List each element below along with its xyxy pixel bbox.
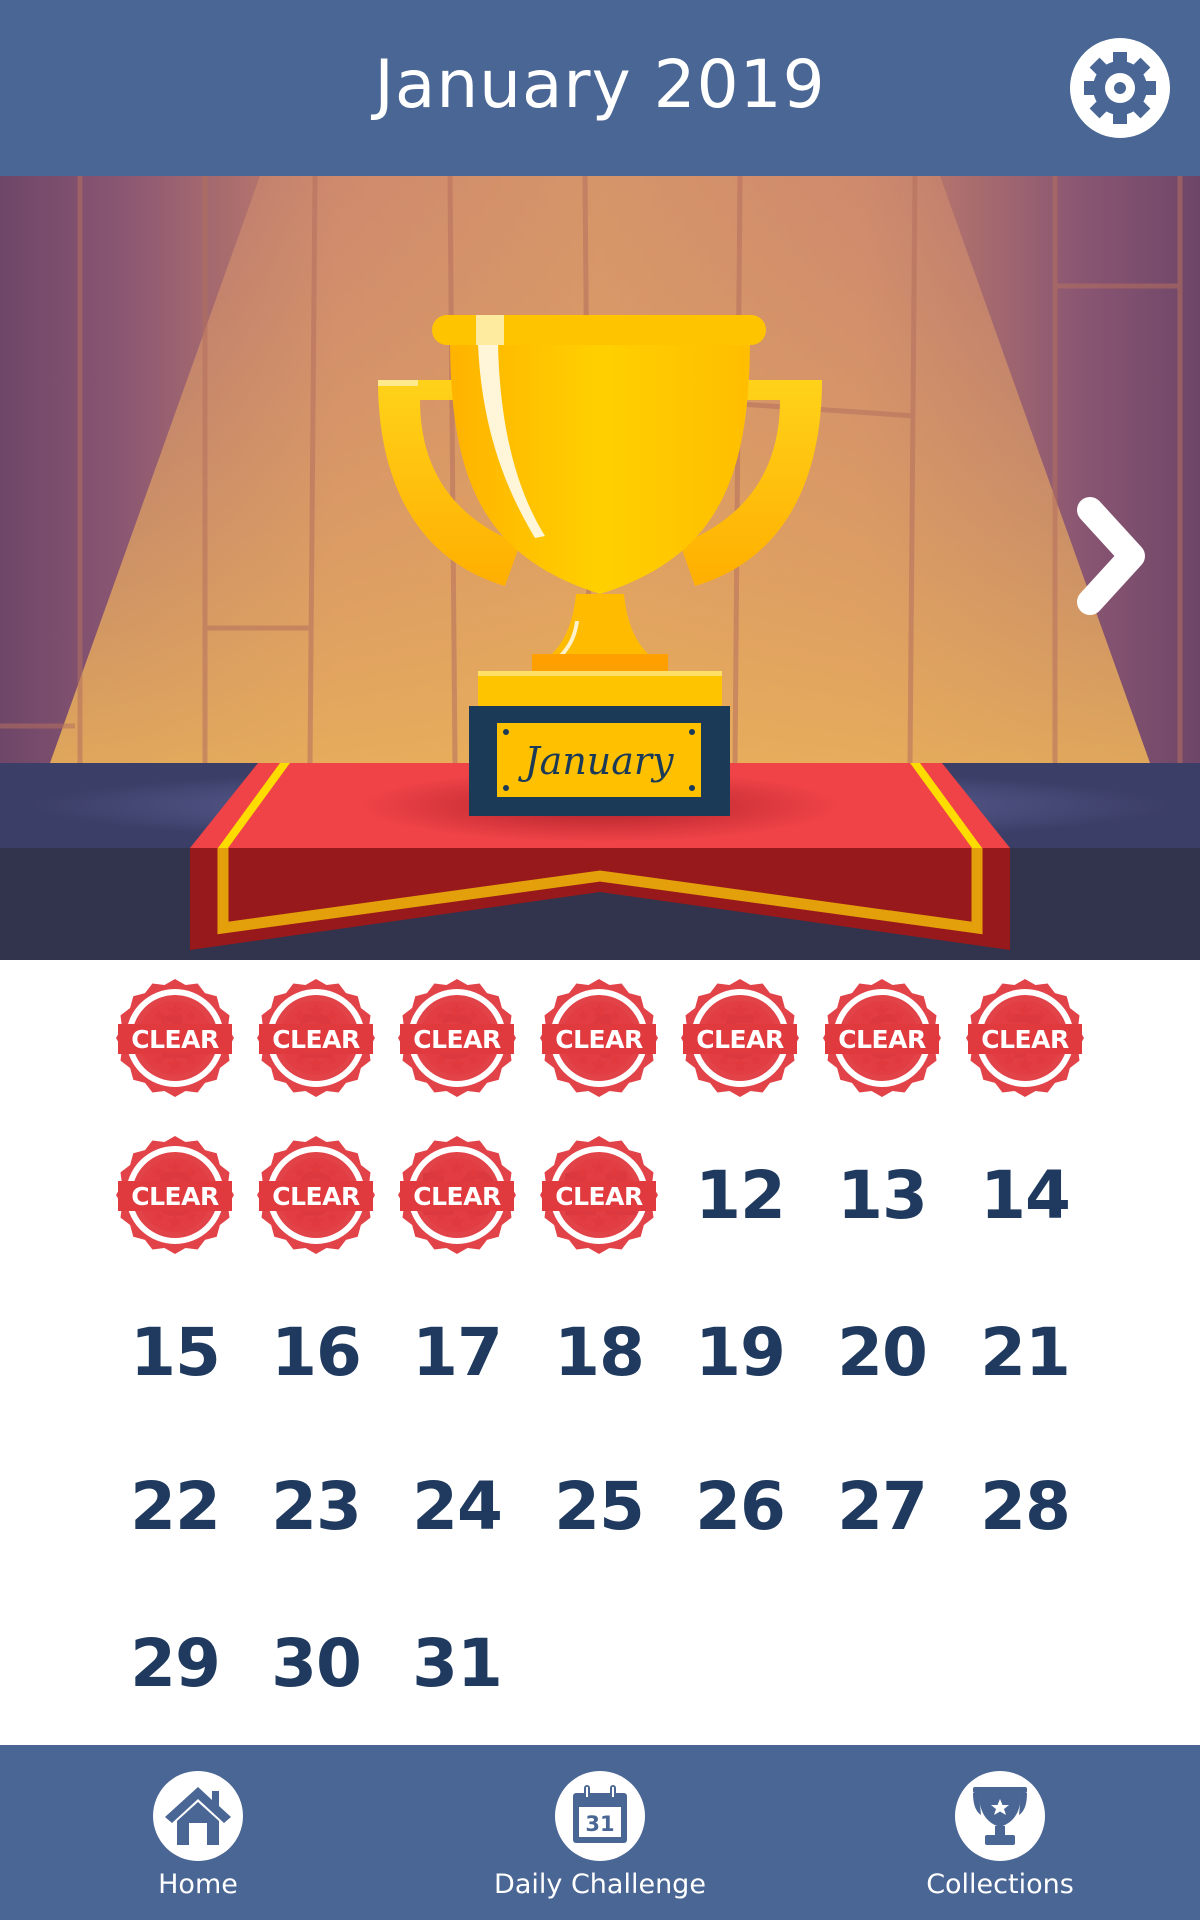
calendar-icon-circle: 31 xyxy=(555,1771,645,1861)
day-number: 22 xyxy=(130,1467,221,1545)
stamp-label: CLEAR xyxy=(131,1182,219,1211)
stamp-label: CLEAR xyxy=(555,1182,643,1211)
stamp-label: CLEAR xyxy=(131,1025,219,1054)
calendar-day[interactable]: 17 xyxy=(392,1287,522,1417)
day-number: 30 xyxy=(271,1624,362,1702)
nav-home-label: Home xyxy=(158,1869,238,1900)
day-number: 25 xyxy=(554,1467,645,1545)
chevron-right-icon xyxy=(1077,497,1145,615)
calendar-day[interactable]: 7CLEAR xyxy=(960,973,1090,1103)
stamp-label: CLEAR xyxy=(413,1182,501,1211)
day-number: 20 xyxy=(837,1313,928,1391)
calendar-icon-text: 31 xyxy=(585,1812,614,1836)
day-number: 21 xyxy=(980,1313,1071,1391)
calendar-day[interactable]: 6CLEAR xyxy=(817,973,947,1103)
clear-stamp-icon: CLEAR xyxy=(398,1136,516,1254)
day-number: 27 xyxy=(837,1467,928,1545)
day-number: 16 xyxy=(271,1313,362,1391)
clear-stamp-icon: CLEAR xyxy=(823,979,941,1097)
calendar-day[interactable]: 24 xyxy=(392,1441,522,1571)
calendar-day[interactable]: 3CLEAR xyxy=(392,973,522,1103)
calendar-day[interactable]: 26 xyxy=(675,1441,805,1571)
clear-stamp-icon: CLEAR xyxy=(540,979,658,1097)
day-number: 18 xyxy=(554,1313,645,1391)
calendar-day[interactable]: 30 xyxy=(251,1598,381,1728)
gear-icon xyxy=(1084,52,1156,124)
home-icon-circle xyxy=(153,1771,243,1861)
day-number: 23 xyxy=(271,1467,362,1545)
calendar-day[interactable]: 2CLEAR xyxy=(251,973,381,1103)
calendar-day[interactable]: 31 xyxy=(392,1598,522,1728)
stamp-label: CLEAR xyxy=(981,1025,1069,1054)
calendar-day[interactable]: 18 xyxy=(534,1287,664,1417)
day-number: 15 xyxy=(130,1313,221,1391)
header: January 2019 xyxy=(0,0,1200,176)
nav-collections-label: Collections xyxy=(926,1869,1074,1900)
calendar-icon: 31 xyxy=(573,1785,627,1843)
calendar-day[interactable]: 1CLEAR xyxy=(110,973,240,1103)
calendar-day[interactable]: 29 xyxy=(110,1598,240,1728)
page-title: January 2019 xyxy=(374,46,826,123)
calendar-day[interactable]: 19 xyxy=(675,1287,805,1417)
calendar-day[interactable]: 23 xyxy=(251,1441,381,1571)
stage-illustration: January xyxy=(0,176,1200,960)
stamp-label: CLEAR xyxy=(272,1182,360,1211)
nav-collections[interactable]: Collections xyxy=(870,1745,1130,1920)
stamp-label: CLEAR xyxy=(696,1025,784,1054)
next-month-button[interactable] xyxy=(1070,496,1155,616)
calendar-grid: 1CLEAR2CLEAR3CLEAR4CLEAR5CLEAR6CLEAR7CLE… xyxy=(0,960,1200,1745)
day-number: 29 xyxy=(130,1624,221,1702)
day-number: 13 xyxy=(837,1156,928,1234)
calendar-day[interactable]: 10CLEAR xyxy=(392,1130,522,1260)
day-number: 26 xyxy=(695,1467,786,1545)
stamp-label: CLEAR xyxy=(838,1025,926,1054)
stamp-label: CLEAR xyxy=(413,1025,501,1054)
clear-stamp-icon: CLEAR xyxy=(398,979,516,1097)
calendar-day[interactable]: 28 xyxy=(960,1441,1090,1571)
clear-stamp-icon: CLEAR xyxy=(116,979,234,1097)
nav-daily-challenge[interactable]: 31 Daily Challenge xyxy=(470,1745,730,1920)
calendar-day[interactable]: 4CLEAR xyxy=(534,973,664,1103)
calendar-day[interactable]: 21 xyxy=(960,1287,1090,1417)
trophy-icon-circle xyxy=(955,1771,1045,1861)
clear-stamp-icon: CLEAR xyxy=(116,1136,234,1254)
calendar-day[interactable]: 22 xyxy=(110,1441,240,1571)
calendar-day[interactable]: 12 xyxy=(675,1130,805,1260)
clear-stamp-icon: CLEAR xyxy=(540,1136,658,1254)
day-number: 12 xyxy=(695,1156,786,1234)
calendar-day[interactable]: 11CLEAR xyxy=(534,1130,664,1260)
day-number: 24 xyxy=(412,1467,503,1545)
calendar-day[interactable]: 9CLEAR xyxy=(251,1130,381,1260)
calendar-day[interactable]: 5CLEAR xyxy=(675,973,805,1103)
calendar-day[interactable]: 25 xyxy=(534,1441,664,1571)
clear-stamp-icon: CLEAR xyxy=(257,1136,375,1254)
settings-button[interactable] xyxy=(1070,38,1170,138)
calendar-day[interactable]: 14 xyxy=(960,1130,1090,1260)
day-number: 28 xyxy=(980,1467,1071,1545)
calendar-day[interactable]: 15 xyxy=(110,1287,240,1417)
day-number: 31 xyxy=(412,1624,503,1702)
calendar-day[interactable]: 13 xyxy=(817,1130,947,1260)
clear-stamp-icon: CLEAR xyxy=(681,979,799,1097)
calendar-day[interactable]: 8CLEAR xyxy=(110,1130,240,1260)
day-number: 14 xyxy=(980,1156,1071,1234)
trophy-showcase: January xyxy=(0,176,1200,960)
calendar-day[interactable]: 27 xyxy=(817,1441,947,1571)
clear-stamp-icon: CLEAR xyxy=(966,979,1084,1097)
nav-home[interactable]: Home xyxy=(68,1745,328,1920)
clear-stamp-icon: CLEAR xyxy=(257,979,375,1097)
trophy-plaque-text: January xyxy=(517,739,674,783)
nav-daily-challenge-label: Daily Challenge xyxy=(494,1869,706,1900)
bottom-nav: Home 31 Daily Challenge Collections xyxy=(0,1745,1200,1920)
home-icon xyxy=(165,1787,231,1845)
day-number: 17 xyxy=(412,1313,503,1391)
calendar-day[interactable]: 20 xyxy=(817,1287,947,1417)
stamp-label: CLEAR xyxy=(272,1025,360,1054)
calendar-day[interactable]: 16 xyxy=(251,1287,381,1417)
day-number: 19 xyxy=(695,1313,786,1391)
trophy-icon xyxy=(973,1787,1027,1845)
stamp-label: CLEAR xyxy=(555,1025,643,1054)
